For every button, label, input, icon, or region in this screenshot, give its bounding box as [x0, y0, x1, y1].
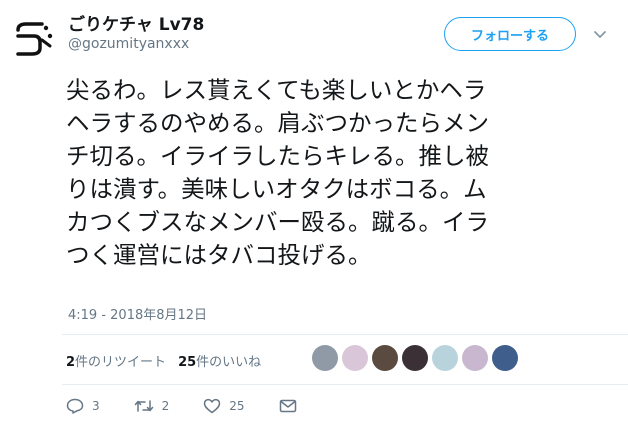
liker-avatar[interactable] — [402, 345, 428, 371]
reply-count: 3 — [92, 399, 100, 413]
tweet-stats: 2件のリツイート 25件のいいね — [66, 351, 261, 370]
tweet-line: 尖るわ。レス貰えくても楽しいとかヘラ — [66, 76, 487, 104]
like-stat-label: 件のいいね — [196, 355, 262, 370]
liker-avatar[interactable] — [372, 345, 398, 371]
tweet-line: ヘラするのやめる。肩ぶつかったらメン — [66, 109, 489, 137]
liker-avatar[interactable] — [432, 345, 458, 371]
tweet-line: チ切る。イライラしたらキレる。推し被 — [66, 142, 489, 170]
direct-message-button[interactable] — [279, 398, 305, 414]
like-count: 25 — [229, 399, 245, 413]
follow-button[interactable]: フォローする — [444, 17, 576, 51]
tweet-line: りは潰す。美味しいオタクはボコる。ム — [66, 175, 487, 203]
author-handle[interactable]: @gozumityanxxx — [68, 36, 189, 52]
gorilla-logo-icon — [16, 22, 53, 56]
liker-avatar[interactable] — [342, 345, 368, 371]
divider — [62, 384, 628, 385]
tweet-text: 尖るわ。レス貰えくても楽しいとかヘラ ヘラするのやめる。肩ぶつかったらメン チ切… — [66, 74, 626, 272]
liker-avatar[interactable] — [462, 345, 488, 371]
liker-avatars — [312, 345, 522, 371]
retweet-stat-count: 2 — [66, 355, 76, 370]
retweet-count: 2 — [161, 399, 170, 413]
like-stat[interactable]: 25件のいいね — [178, 355, 261, 370]
envelope-icon — [279, 399, 296, 413]
retweet-icon — [134, 400, 153, 412]
retweet-button[interactable]: 2 — [134, 398, 170, 414]
divider — [62, 334, 628, 335]
liker-avatar[interactable] — [492, 345, 518, 371]
tweet-actions: 3 2 25 — [66, 398, 339, 414]
like-button[interactable]: 25 — [203, 398, 245, 414]
author-display-name[interactable]: ごりケチャ Lv78 — [68, 10, 204, 35]
tweet-line: つく運営にはタバコ投げる。 — [66, 241, 372, 269]
reply-button[interactable]: 3 — [66, 398, 100, 414]
heart-icon — [204, 398, 221, 414]
reply-icon — [66, 398, 84, 414]
chevron-down-icon[interactable] — [592, 26, 608, 42]
tweet-line: カつくブスなメンバー殴る。蹴る。イラ — [66, 208, 489, 236]
liker-avatar[interactable] — [312, 345, 338, 371]
retweet-stat-label: 件のリツイート — [75, 355, 167, 370]
like-stat-count: 25 — [178, 355, 197, 370]
retweet-stat[interactable]: 2件のリツイート — [66, 355, 166, 370]
author-avatar[interactable] — [10, 14, 58, 62]
tweet-timestamp[interactable]: 4:19 - 2018年8月12日 — [68, 304, 207, 323]
